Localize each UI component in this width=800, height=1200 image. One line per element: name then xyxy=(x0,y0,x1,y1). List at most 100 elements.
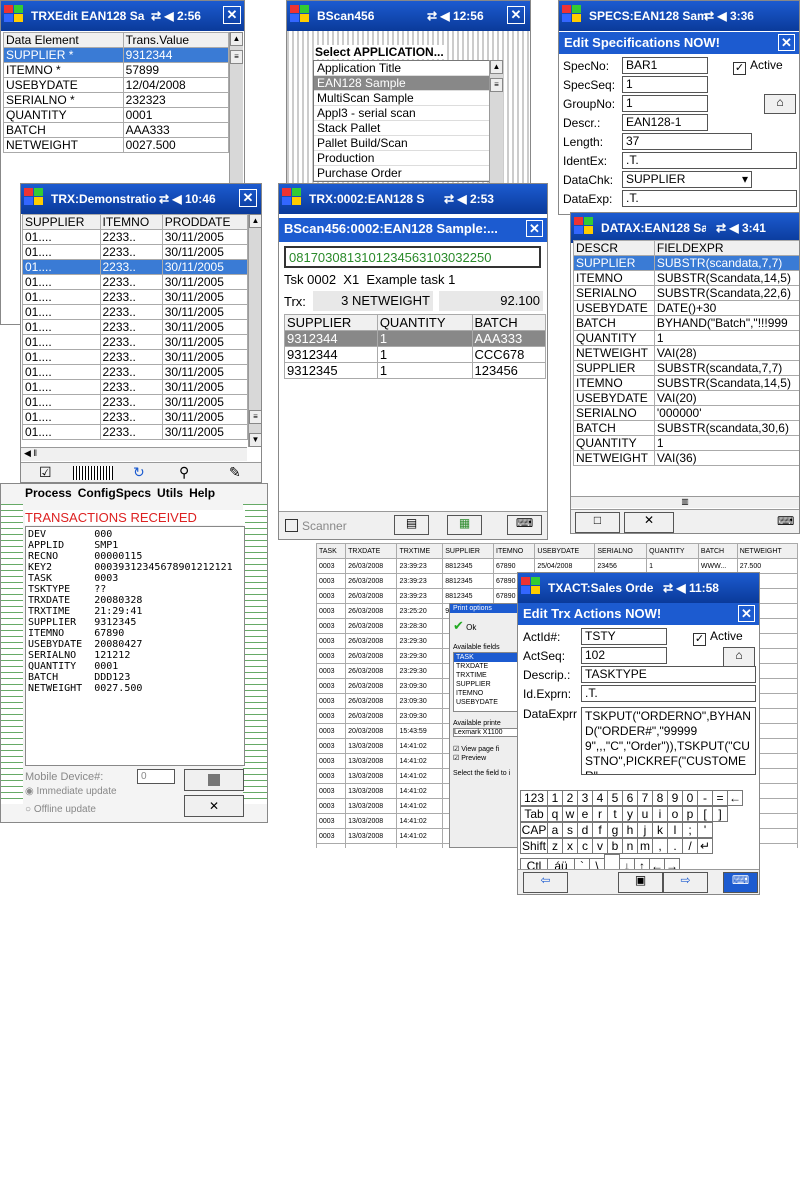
list-item[interactable]: TASK xyxy=(454,653,519,662)
list-item[interactable]: ITEMNO xyxy=(454,689,519,698)
column-header[interactable]: SUPPLIER xyxy=(442,543,495,559)
column-header[interactable]: QUANTITY xyxy=(376,314,473,331)
scrollbar[interactable]: ▲ ≡ ▼ xyxy=(248,214,261,447)
column-header[interactable]: BATCH xyxy=(697,543,738,559)
close-icon[interactable]: ✕ xyxy=(738,605,755,622)
key[interactable]: / xyxy=(682,838,698,854)
printer-select[interactable]: Lexmark X1100 xyxy=(453,728,520,737)
list-item[interactable]: TRXDATE xyxy=(454,662,519,671)
refresh-icon[interactable]: ↻ xyxy=(133,464,145,481)
save-button[interactable]: ▣ xyxy=(618,872,663,893)
table-row[interactable]: SUPPLIER SUBSTR(scandata,7,7) xyxy=(573,255,799,271)
table-row[interactable]: 01.... 2233.. 30/11/2005 xyxy=(22,259,249,275)
column-header[interactable]: SUPPLIER xyxy=(22,214,101,230)
home-button[interactable]: ⌂ xyxy=(764,94,796,114)
forward-button[interactable]: ⇨ xyxy=(663,872,708,893)
data-expr-field[interactable]: TSKPUT("ORDERNO",BYHAND("ORDER#","999999… xyxy=(581,707,756,775)
key[interactable]: 8 xyxy=(652,790,668,806)
list-item[interactable]: Purchase Order xyxy=(314,166,502,181)
edit-icon[interactable]: ✎ xyxy=(229,464,241,481)
list-item[interactable]: TRXTIME xyxy=(454,671,519,680)
list-item[interactable]: Stack Pallet xyxy=(314,121,502,136)
key[interactable]: x xyxy=(562,838,578,854)
form-field[interactable]: SUPPLIER ▾ xyxy=(622,171,752,188)
key[interactable]: h xyxy=(622,822,638,838)
view-page-checkbox[interactable]: ☑ View page fi xyxy=(453,745,520,753)
application-list[interactable]: Application Title EAN128 Sample MultiScan … xyxy=(313,60,503,182)
active-checkbox[interactable]: ✓ Active xyxy=(693,629,743,646)
column-header[interactable]: SUPPLIER xyxy=(284,314,378,331)
key[interactable]: v xyxy=(592,838,608,854)
table-row[interactable]: USEBYDATE VAI(20) xyxy=(573,390,799,406)
form-field[interactable]: TASKTYPE xyxy=(581,666,756,683)
key[interactable]: n xyxy=(622,838,638,854)
list-item[interactable]: Pallet Build/Scan xyxy=(314,136,502,151)
active-checkbox[interactable]: ✓ Active xyxy=(733,58,783,75)
menu-item[interactable]: ConfigSpecs xyxy=(78,486,151,500)
list-item[interactable]: Application Title xyxy=(314,61,502,76)
table-row[interactable]: BATCH BYHAND("Batch","!!!999 xyxy=(573,315,799,331)
key[interactable]: 3 xyxy=(577,790,593,806)
column-header[interactable]: ITEMNO xyxy=(99,214,163,230)
windows-logo-icon[interactable] xyxy=(562,5,584,25)
form-field[interactable]: .T. xyxy=(581,685,756,702)
close-icon[interactable]: ✕ xyxy=(223,6,241,24)
form-field[interactable]: .T. xyxy=(622,152,797,169)
delete-button[interactable]: ✕ xyxy=(624,512,674,533)
table-row[interactable]: 01.... 2233.. 30/11/2005 xyxy=(22,289,249,305)
list-item[interactable]: MultiScan Sample xyxy=(314,91,502,106)
close-icon[interactable]: ✕ xyxy=(239,189,257,207)
list-button[interactable]: ▤ xyxy=(394,515,429,535)
barcode-input[interactable]: 0817030813101234563103032250 xyxy=(284,246,541,268)
form-field[interactable]: BAR1 xyxy=(622,57,708,74)
key[interactable]: b xyxy=(607,838,623,854)
horizontal-scrollbar[interactable]: ◀ ‖ xyxy=(21,447,247,461)
transaction-dump[interactable]: DEV 000 APPLID SMP1 RECNO 00000115 KEY2 … xyxy=(25,526,245,766)
menu-item[interactable]: Utils xyxy=(157,486,183,500)
table-row[interactable]: NETWEIGHT 0027.500 xyxy=(3,137,230,153)
column-header[interactable]: QUANTITY xyxy=(646,543,699,559)
menu-item[interactable]: Process xyxy=(25,486,72,500)
key[interactable]: s xyxy=(562,822,578,838)
table-row[interactable]: 01.... 2233.. 30/11/2005 xyxy=(22,244,249,260)
key[interactable]: e xyxy=(577,806,593,822)
offline-radio[interactable]: ○ Offline update xyxy=(25,804,96,815)
key[interactable]: q xyxy=(547,806,563,822)
key[interactable]: c xyxy=(577,838,593,854)
ok-button[interactable]: ✔ Ok xyxy=(453,618,520,634)
column-header[interactable]: FIELDEXPR xyxy=(653,240,799,256)
key[interactable]: 6 xyxy=(622,790,638,806)
key[interactable]: Shift xyxy=(520,838,548,854)
windows-logo-icon[interactable] xyxy=(521,577,543,597)
table-row[interactable]: ITEMNO SUBSTR(Scandata,14,5) xyxy=(573,270,799,286)
immediate-radio[interactable]: ◉ Immediate update xyxy=(25,786,117,797)
windows-logo-icon[interactable] xyxy=(574,217,596,237)
search-icon[interactable]: ⚲ xyxy=(179,464,189,481)
key[interactable]: , xyxy=(652,838,668,854)
data-grid[interactable]: SUPPLIER ITEMNO PRODDATE 01.... 2233.. 30/11/… xyxy=(22,214,249,440)
fields-list[interactable]: TASK TRXDATE TRXTIME SUPPLIER ITEMNO USEBYDAT… xyxy=(453,652,520,712)
table-row[interactable]: BATCH SUBSTR(scandata,30,6) xyxy=(573,420,799,436)
table-row[interactable]: USEBYDATE 12/04/2008 xyxy=(3,77,230,93)
windows-logo-icon[interactable] xyxy=(282,188,304,208)
key[interactable]: 0 xyxy=(682,790,698,806)
list-item[interactable]: SUPPLIER xyxy=(454,680,519,689)
close-button[interactable]: ✕ xyxy=(184,795,244,817)
table-row[interactable]: SUPPLIER * 9312344 xyxy=(3,47,230,63)
key[interactable]: 123 xyxy=(520,790,548,806)
form-field[interactable]: 102 xyxy=(581,647,667,664)
table-row[interactable]: 01.... 2233.. 30/11/2005 xyxy=(22,424,249,440)
key[interactable]: Tab xyxy=(520,806,548,822)
key[interactable]: ← xyxy=(727,790,743,806)
windows-logo-icon[interactable] xyxy=(4,5,26,25)
form-field[interactable]: 1 xyxy=(622,76,708,93)
column-header[interactable]: ITEMNO xyxy=(493,543,536,559)
key[interactable]: w xyxy=(562,806,578,822)
list-item[interactable]: EAN128 Sample xyxy=(314,76,502,91)
key[interactable]: r xyxy=(592,806,608,822)
column-header[interactable]: TRXDATE xyxy=(345,543,398,559)
table-row[interactable]: ITEMNO SUBSTR(Scandata,14,5) xyxy=(573,375,799,391)
windows-logo-icon[interactable] xyxy=(24,188,46,208)
key[interactable]: l xyxy=(667,822,683,838)
column-header[interactable]: Trans.Value xyxy=(122,32,230,48)
